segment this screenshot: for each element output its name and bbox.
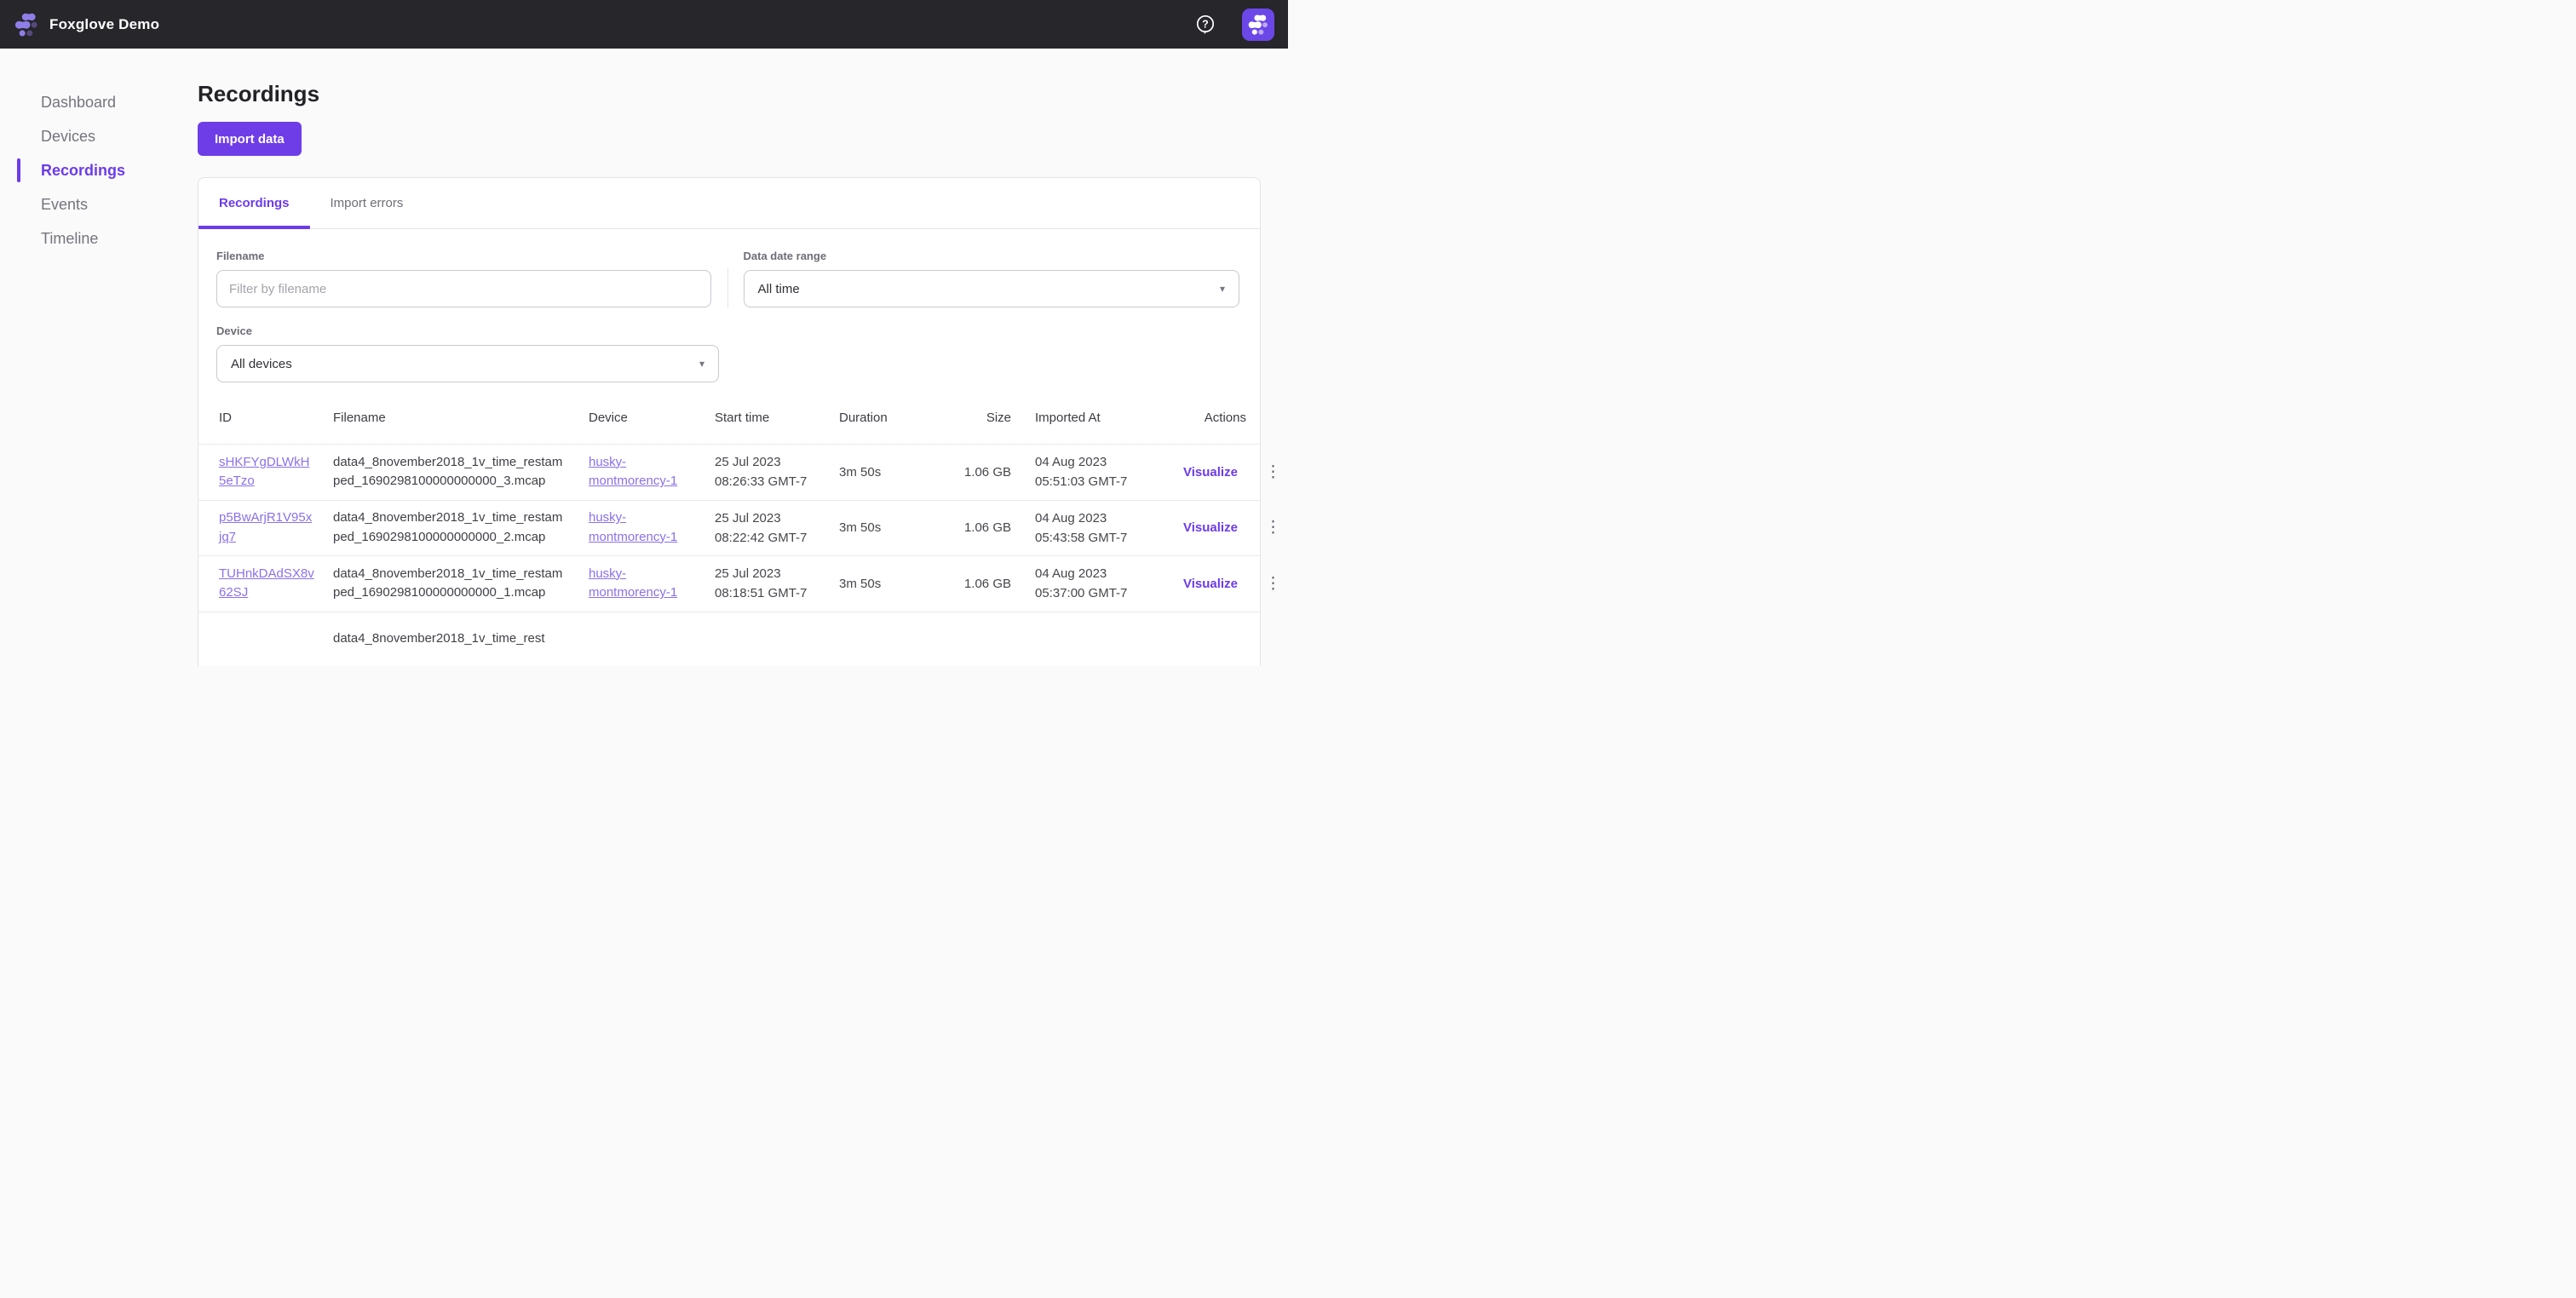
sidebar-item-label: Dashboard [41, 93, 117, 111]
tab-recordings[interactable]: Recordings [198, 178, 310, 229]
table-row: sHKFYgDLWkH5eTzo data4_8november2018_1v_… [198, 444, 1281, 500]
recordings-table: ID Filename Device Start time Duration S… [198, 391, 1281, 666]
chevron-down-icon: ▾ [1219, 283, 1225, 295]
tab-import-errors[interactable]: Import errors [310, 178, 424, 228]
help-button[interactable]: ? [1194, 14, 1216, 36]
table-header-row: ID Filename Device Start time Duration S… [198, 391, 1260, 444]
top-bar: Foxglove Demo ? [0, 0, 1288, 49]
recording-id-link[interactable]: p5BwArjR1V95xjq7 [219, 508, 314, 547]
filename-filter-input[interactable] [216, 270, 711, 307]
size: 1.06 GB [963, 576, 1011, 591]
recording-id-link[interactable]: TUHnkDAdSX8v62SJ [219, 565, 314, 603]
recording-filename: data4_8november2018_1v_time_restamped_16… [333, 566, 563, 600]
duration: 3m 50s [839, 464, 882, 480]
device-link[interactable]: husky-montmorency-1 [589, 453, 698, 491]
date-range-filter-label: Data date range [743, 250, 827, 262]
device-select[interactable]: All devices ▾ [216, 345, 719, 382]
filename-filter-label: Filename [216, 250, 265, 262]
sidebar-item-label: Recordings [41, 161, 126, 179]
col-header-duration: Duration [839, 410, 888, 425]
imported-at: 04 Aug 2023 05:37:00 GMT-7 [1035, 566, 1128, 601]
col-header-id: ID [219, 410, 232, 425]
start-time: 25 Jul 2023 08:26:33 GMT-7 [715, 455, 808, 490]
tab-bar: Recordings Import errors [198, 178, 1260, 229]
visualize-link[interactable]: Visualize [1183, 465, 1238, 480]
visualize-link[interactable]: Visualize [1183, 520, 1238, 535]
start-time: 25 Jul 2023 08:22:42 GMT-7 [715, 510, 808, 545]
recording-filename: data4_8november2018_1v_time_rest [333, 630, 545, 646]
kebab-menu-icon[interactable]: ⋮ [1262, 462, 1285, 482]
app-title: Foxglove Demo [49, 15, 160, 32]
col-header-actions: Actions [1204, 410, 1246, 425]
table-row: TUHnkDAdSX8v62SJ data4_8november2018_1v_… [198, 555, 1281, 612]
start-time: 25 Jul 2023 08:18:51 GMT-7 [715, 566, 808, 601]
sidebar-item-devices[interactable]: Devices [0, 119, 198, 153]
kebab-menu-icon[interactable]: ⋮ [1262, 574, 1285, 594]
imported-at: 04 Aug 2023 05:43:58 GMT-7 [1035, 510, 1128, 545]
device-link[interactable]: husky-montmorency-1 [589, 565, 698, 603]
avatar[interactable] [1242, 8, 1274, 41]
recording-filename: data4_8november2018_1v_time_restamped_16… [333, 454, 563, 489]
sidebar-item-label: Timeline [41, 229, 99, 247]
recording-filename: data4_8november2018_1v_time_restamped_16… [333, 510, 563, 544]
sidebar-item-label: Events [41, 195, 89, 213]
recording-id-link[interactable]: sHKFYgDLWkH5eTzo [219, 453, 314, 491]
col-header-device: Device [589, 410, 628, 425]
sidebar-item-recordings[interactable]: Recordings [0, 153, 198, 187]
chevron-down-icon: ▾ [699, 358, 704, 370]
size: 1.06 GB [963, 520, 1011, 536]
visualize-link[interactable]: Visualize [1183, 577, 1238, 591]
sidebar: Dashboard Devices Recordings Events Time… [0, 49, 198, 649]
size: 1.06 GB [963, 464, 1011, 480]
duration: 3m 50s [839, 520, 882, 536]
recordings-card: Recordings Import errors Filename Data d… [198, 177, 1281, 666]
main-content: Recordings Import data Recordings Import… [198, 49, 1288, 666]
col-header-size: Size [986, 410, 1011, 425]
sidebar-item-dashboard[interactable]: Dashboard [0, 85, 198, 119]
col-header-filename: Filename [333, 410, 386, 425]
foxglove-logo-icon [14, 13, 37, 36]
device-value: All devices [231, 356, 292, 371]
col-header-start-time: Start time [715, 410, 770, 425]
help-question-icon: ? [1196, 14, 1215, 34]
sidebar-item-timeline[interactable]: Timeline [0, 221, 198, 256]
col-header-imported-at: Imported At [1035, 410, 1101, 425]
svg-text:?: ? [1202, 18, 1209, 30]
table-row-partial: data4_8november2018_1v_time_rest [198, 611, 1260, 666]
sidebar-item-events[interactable]: Events [0, 187, 198, 221]
import-data-button[interactable]: Import data [198, 122, 302, 156]
device-link[interactable]: husky-montmorency-1 [589, 508, 698, 547]
table-row: p5BwArjR1V95xjq7 data4_8november2018_1v_… [198, 499, 1281, 556]
active-indicator-bar [17, 158, 20, 182]
kebab-menu-icon[interactable]: ⋮ [1262, 518, 1285, 537]
duration: 3m 50s [839, 576, 882, 591]
filters-section: Filename Data date range All time ▾ [198, 229, 1260, 391]
avatar-foxglove-icon [1248, 14, 1268, 35]
imported-at: 04 Aug 2023 05:51:03 GMT-7 [1035, 455, 1128, 490]
filter-divider [727, 268, 728, 307]
sidebar-item-label: Devices [41, 127, 96, 145]
date-range-value: All time [757, 281, 800, 296]
date-range-select[interactable]: All time ▾ [743, 270, 1239, 307]
page-title: Recordings [198, 81, 320, 106]
device-filter-label: Device [216, 324, 252, 337]
